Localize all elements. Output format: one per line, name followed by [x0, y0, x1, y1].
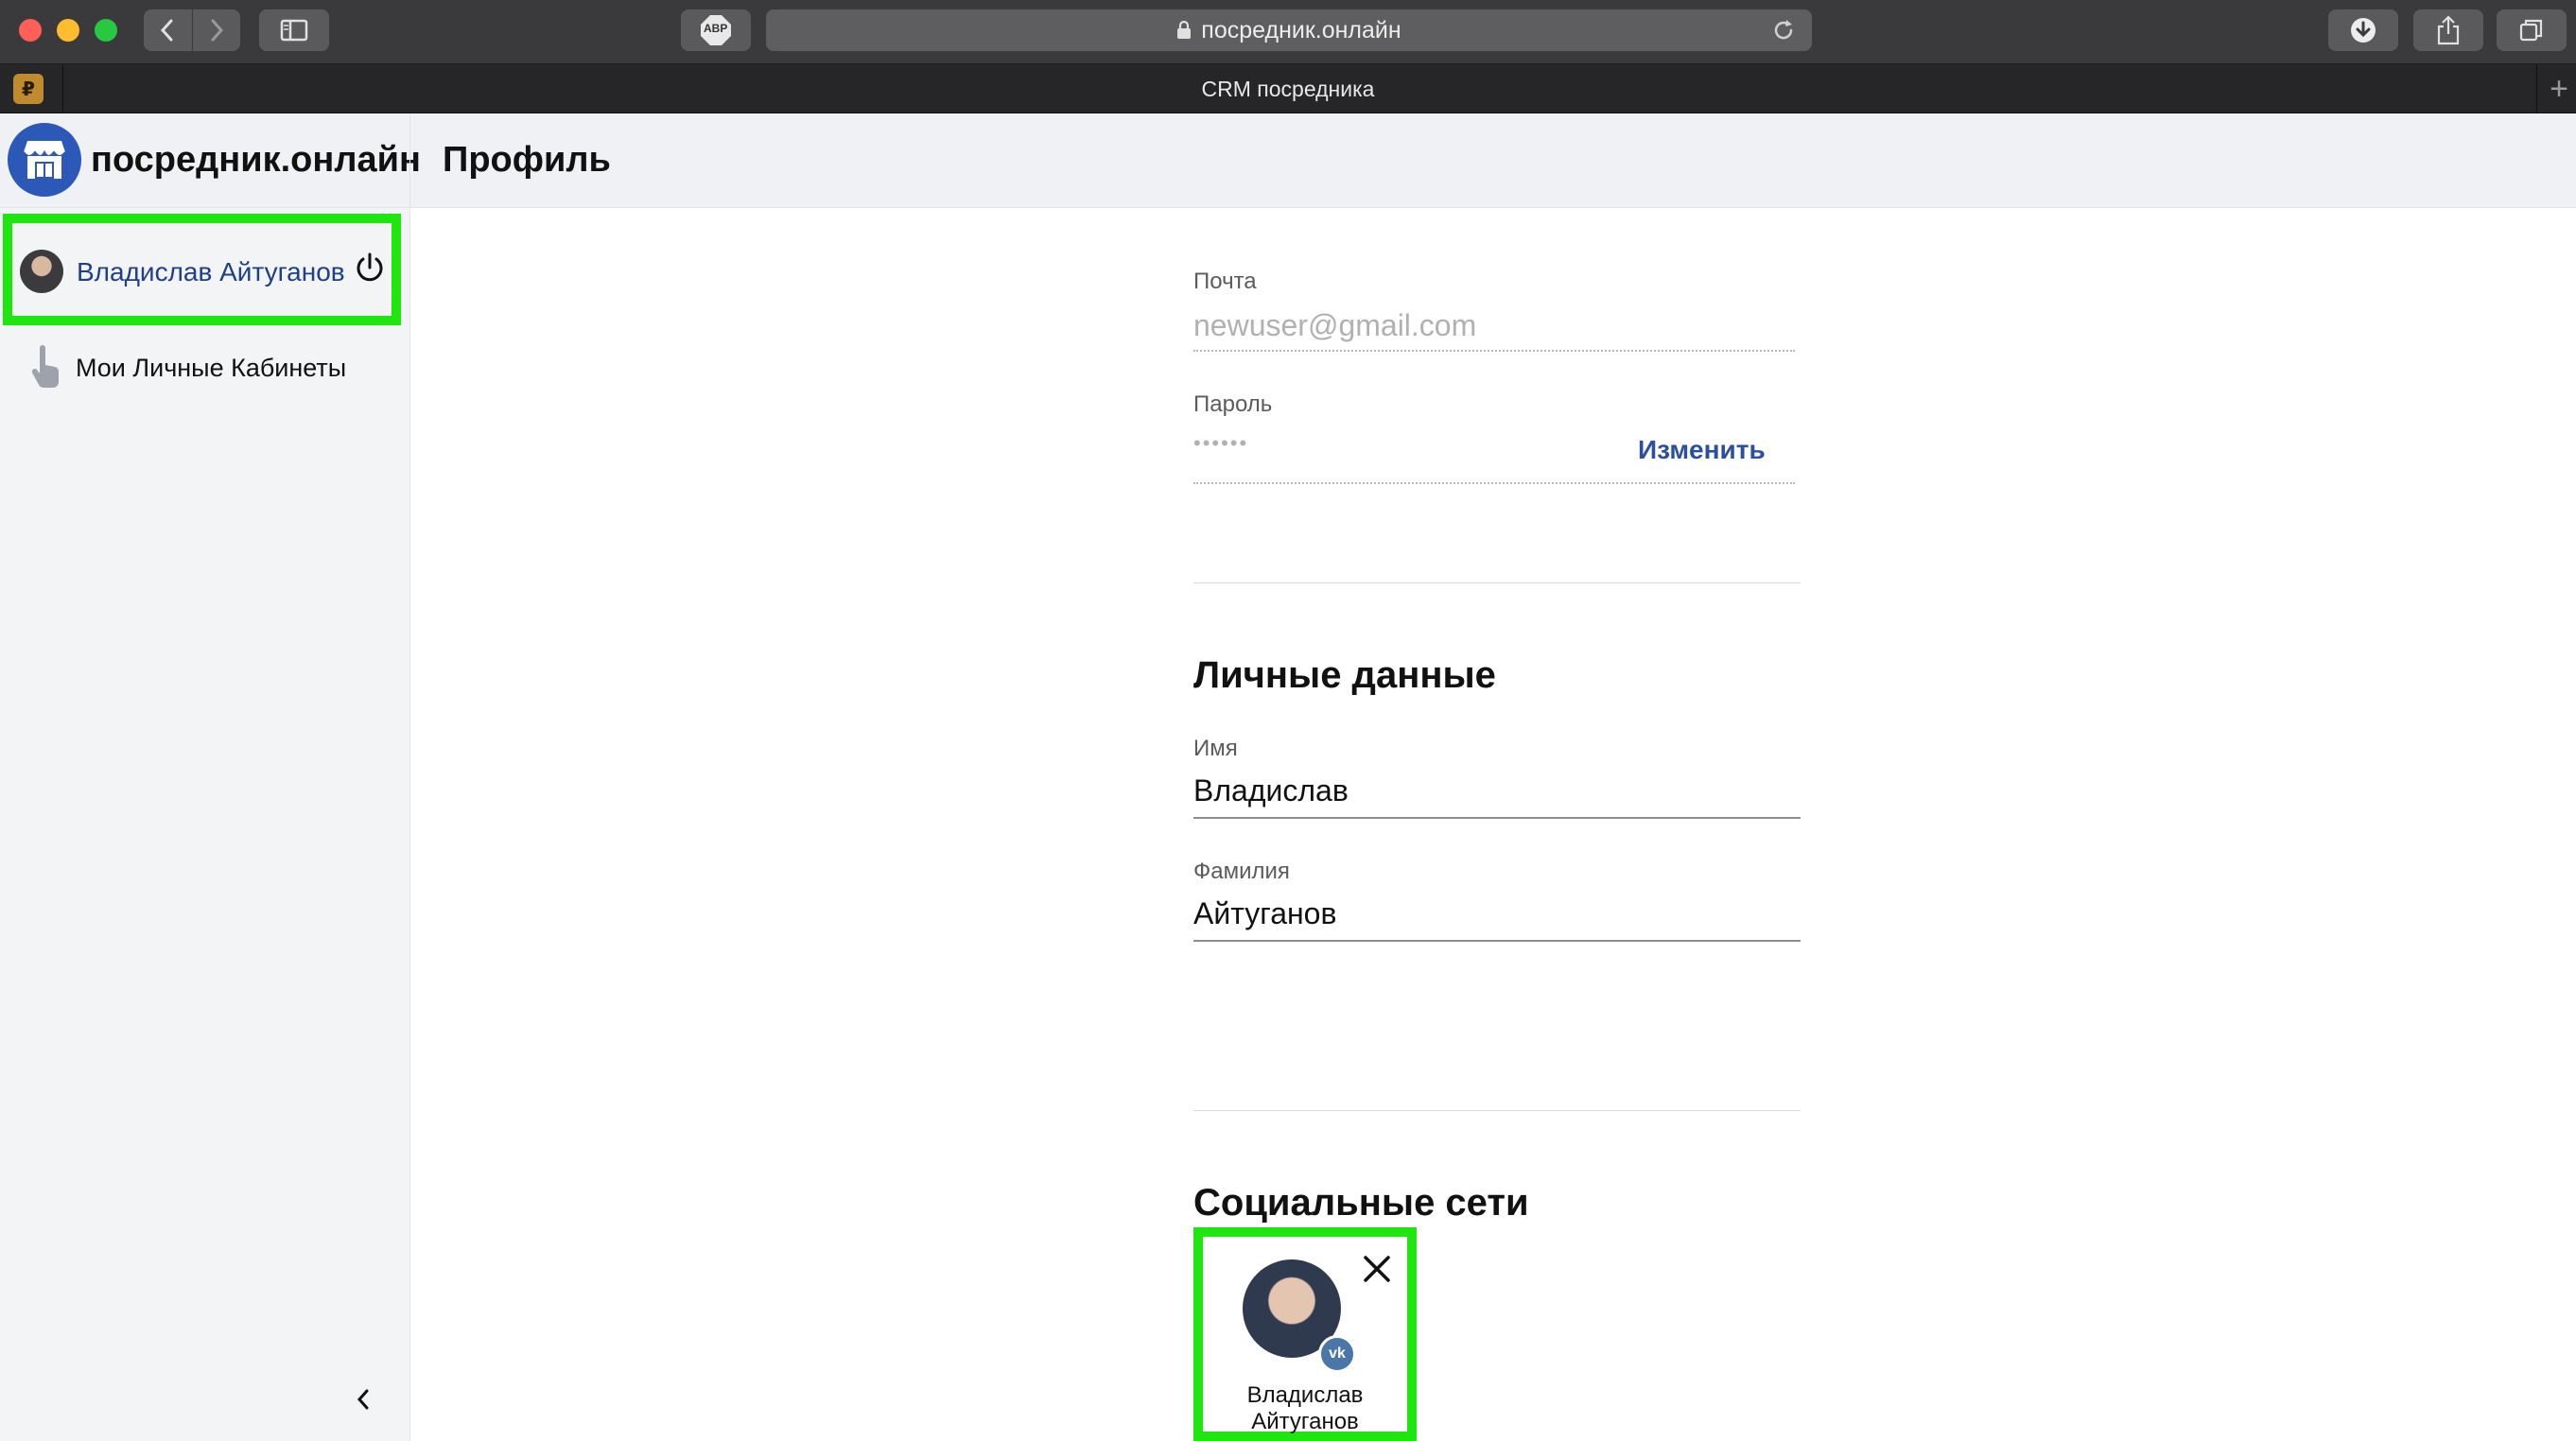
profile-content: Почта newuser@gmail.com Пароль •••••• Из…	[410, 208, 2576, 1441]
social-networks-heading: Социальные сети	[1193, 1182, 1529, 1224]
sidebar-icon	[280, 19, 308, 42]
tab-overview-button[interactable]	[2497, 9, 2567, 51]
password-field: ••••••	[1193, 431, 1249, 455]
email-underline	[1193, 350, 1795, 352]
reload-icon[interactable]	[1770, 17, 1797, 43]
social-account-card[interactable]: vk Владислав Айтуганов	[1193, 1227, 1417, 1441]
browser-toolbar: ABP посредник.онлайн	[0, 0, 2576, 64]
sidebar: Владислав Айтуганов Мои Личные Кабинеты	[0, 208, 410, 1441]
personal-data-heading: Личные данные	[1193, 654, 1496, 696]
chevron-left-icon	[357, 1389, 369, 1410]
storefront-icon	[23, 141, 66, 179]
chevron-right-icon	[211, 19, 223, 42]
first-name-field[interactable]: Владислав	[1193, 773, 1349, 808]
zoom-window-button[interactable]	[95, 19, 117, 42]
back-button[interactable]	[144, 9, 192, 51]
last-name-field[interactable]: Айтуганов	[1193, 896, 1336, 931]
avatar[interactable]	[20, 250, 63, 293]
chevron-left-icon	[161, 19, 173, 42]
tab-divider	[2536, 64, 2537, 113]
tab-active[interactable]: CRM посредника	[0, 77, 2576, 102]
collapse-sidebar-button[interactable]	[344, 1380, 382, 1418]
share-icon	[2437, 15, 2460, 45]
header-divider	[409, 113, 410, 208]
email-label: Почта	[1193, 269, 1257, 294]
email-field: newuser@gmail.com	[1193, 308, 1477, 342]
download-icon	[2351, 18, 2376, 43]
brand-name[interactable]: посредник.онлайн	[91, 140, 421, 181]
sidebar-toggle-button[interactable]	[259, 9, 329, 51]
section-divider	[1193, 1110, 1801, 1111]
remove-social-account-button[interactable]	[1358, 1250, 1396, 1288]
logout-button[interactable]	[349, 248, 391, 289]
tabs-icon	[2519, 19, 2543, 42]
close-window-button[interactable]	[19, 19, 42, 42]
storefront-logo-icon[interactable]	[8, 123, 81, 197]
last-name-label: Фамилия	[1193, 859, 1290, 884]
navigation-buttons	[144, 9, 240, 51]
forward-button[interactable]	[191, 9, 241, 51]
vk-icon: vk	[1318, 1335, 1356, 1373]
password-label: Пароль	[1193, 391, 1273, 417]
share-button[interactable]	[2413, 9, 2483, 51]
hand-pointer-icon	[31, 345, 60, 388]
tab-bar: ₽ CRM посредника +	[0, 64, 2576, 113]
sidebar-item-my-accounts[interactable]: Мои Личные Кабинеты	[0, 331, 410, 403]
section-divider	[1193, 582, 1801, 583]
url-text: посредник.онлайн	[1201, 16, 1401, 43]
first-name-label: Имя	[1193, 736, 1238, 761]
sidebar-item-label: Мои Личные Кабинеты	[76, 354, 347, 382]
power-icon	[357, 252, 383, 282]
sidebar-user-name[interactable]: Владислав Айтуганов	[77, 257, 345, 287]
change-password-link[interactable]: Изменить	[1638, 435, 1766, 465]
minimize-window-button[interactable]	[57, 19, 79, 42]
password-underline	[1193, 482, 1795, 484]
social-account-name: Владислав Айтуганов	[1246, 1382, 1364, 1434]
page-title: Профиль	[443, 140, 611, 180]
app-header: посредник.онлайн Профиль	[0, 113, 2576, 208]
first-name-underline	[1193, 817, 1801, 819]
last-name-underline	[1193, 940, 1801, 942]
sidebar-user-profile[interactable]: Владислав Айтуганов	[3, 214, 401, 325]
downloads-button[interactable]	[2328, 9, 2398, 51]
new-tab-button[interactable]: +	[2542, 70, 2576, 108]
close-icon	[1364, 1256, 1390, 1282]
adblock-button[interactable]: ABP	[681, 9, 751, 51]
lock-icon	[1177, 21, 1192, 39]
adblock-label: ABP	[704, 22, 728, 35]
address-bar[interactable]: посредник.онлайн	[766, 9, 1812, 51]
